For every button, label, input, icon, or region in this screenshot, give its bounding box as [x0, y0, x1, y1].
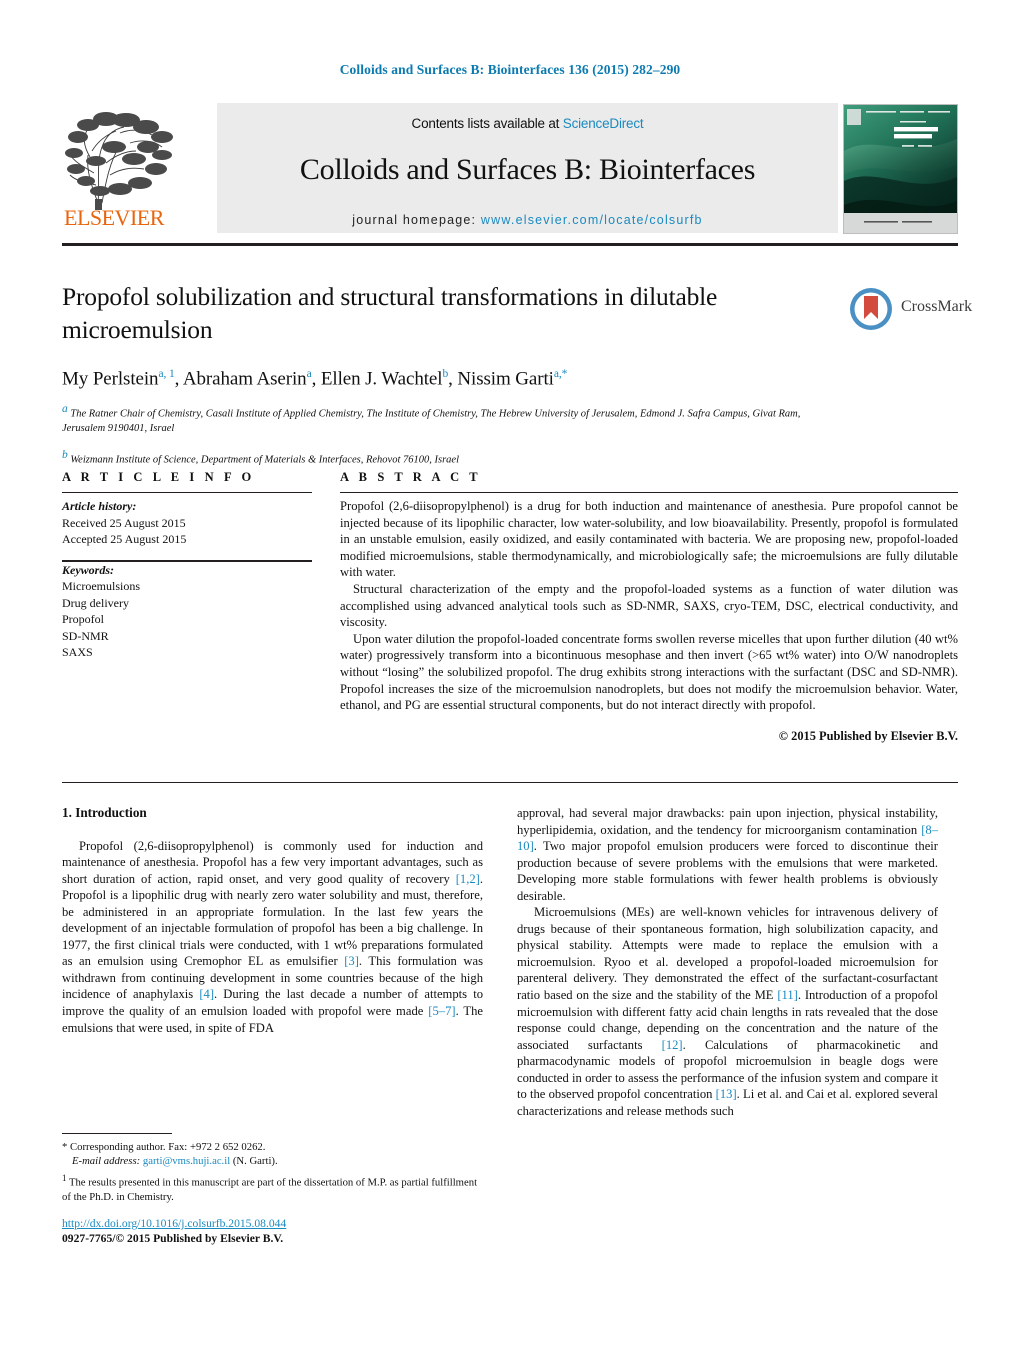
citation-link[interactable]: [3] — [344, 954, 359, 968]
keyword-item: SD-NMR — [62, 628, 109, 643]
keyword-item: Microemulsions — [62, 579, 140, 593]
article-info-column: Article history: Received 25 August 2015… — [62, 498, 312, 661]
asterisk-marker: * — [62, 1141, 68, 1153]
elsevier-logo: ELSEVIER — [62, 103, 212, 233]
journal-masthead: ELSEVIER Contents lists available at Sci… — [62, 103, 958, 234]
affiliation-a: a The Ratner Chair of Chemistry, Casali … — [62, 402, 832, 437]
journal-title: Colloids and Surfaces B: Biointerfaces — [299, 153, 756, 186]
citation-link[interactable]: [13] — [716, 1087, 737, 1101]
body-paragraph: Propofol (2,6-diisopropylphenol) is comm… — [62, 838, 484, 1035]
article-info-heading: A R T I C L E I N F O — [62, 470, 255, 484]
author-list: My Perlsteina, 1, Abraham Aserina, Ellen… — [62, 368, 568, 390]
affiliation-a-text: The Ratner Chair of Chemistry, Casali In… — [62, 408, 801, 435]
affiliation-marker-b: b — [62, 448, 68, 461]
footnote-1-marker: 1 — [62, 1173, 67, 1184]
contents-prefix: Contents lists available at — [411, 116, 563, 131]
homepage-url-link[interactable]: www.elsevier.com/locate/colsurfb — [481, 213, 703, 227]
abstract-paragraph: Upon water dilution the propofol-loaded … — [340, 631, 958, 713]
article-page: Colloids and Surfaces B: Biointerfaces 1… — [0, 0, 1020, 1351]
issn-copyright-line: 0927-7765/© 2015 Published by Elsevier B… — [62, 1232, 284, 1245]
body-top-rule — [62, 782, 958, 783]
body-column-left: 1. Introduction Propofol (2,6-diisopropy… — [62, 805, 483, 1036]
article-history-label: Article history: — [62, 499, 137, 513]
email-suffix: (N. Garti). — [232, 1155, 278, 1168]
email-label: E-mail address: — [72, 1155, 141, 1168]
masthead-divider — [62, 243, 958, 246]
homepage-prefix: journal homepage: — [352, 213, 481, 227]
corresponding-author-text: Corresponding author. Fax: +972 2 652 02… — [70, 1141, 266, 1153]
running-head: Colloids and Surfaces B: Biointerfaces 1… — [339, 62, 681, 77]
keyword-item: Propofol — [62, 612, 104, 626]
footnote-rule — [62, 1133, 172, 1134]
footnote-1-text: The results presented in this manuscript… — [62, 1176, 478, 1204]
body-column-right: approval, had several major drawbacks: p… — [517, 805, 938, 1119]
abstract-paragraph: Propofol (2,6-diisopropylphenol) is a dr… — [340, 499, 958, 580]
received-date: Received 25 August 2015 — [62, 515, 186, 530]
crossmark-badge[interactable]: CrossMark — [845, 283, 972, 345]
crossmark-label: CrossMark — [901, 298, 973, 315]
footnote-block: * Corresponding author. Fax: +972 2 652 … — [62, 1140, 483, 1204]
section-heading-introduction: 1. Introduction — [62, 805, 147, 820]
crossmark-icon — [850, 288, 892, 330]
keywords-label: Keywords: — [62, 562, 114, 577]
elsevier-wordmark: ELSEVIER — [64, 205, 164, 230]
abstract-column: Propofol (2,6-diisopropylphenol) is a dr… — [340, 498, 958, 744]
citation-link[interactable]: [1,2] — [456, 872, 480, 886]
article-info-rule — [62, 492, 312, 493]
citation-link[interactable]: [12] — [662, 1038, 683, 1052]
doi-block: http://dx.doi.org/10.1016/j.colsurfb.201… — [62, 1216, 492, 1246]
body-paragraph: Microemulsions (MEs) are well-known vehi… — [517, 905, 939, 1118]
affiliation-b-text: Weizmann Institute of Science, Departmen… — [70, 454, 459, 466]
elsevier-tree-icon — [65, 112, 173, 210]
citation-link[interactable]: [11] — [777, 988, 798, 1002]
keywords-rule — [62, 559, 312, 562]
corresponding-author-note: * Corresponding author. Fax: +972 2 652 … — [62, 1140, 483, 1154]
journal-homepage-line: journal homepage: www.elsevier.com/locat… — [217, 213, 838, 227]
page-title: Propofol solubilization and structural t… — [62, 282, 718, 344]
contents-available-line: Contents lists available at ScienceDirec… — [217, 116, 838, 131]
cover-artwork — [844, 105, 957, 233]
citation-link[interactable]: [4] — [199, 987, 214, 1001]
masthead-center-panel: Contents lists available at ScienceDirec… — [217, 103, 838, 233]
citation-link[interactable]: [8–10] — [517, 823, 938, 854]
citation-link[interactable]: [5–7] — [428, 1004, 455, 1018]
email-note: E-mail address: garti@vms.huji.ac.il (N.… — [62, 1154, 483, 1168]
email-link[interactable]: garti@vms.huji.ac.il — [143, 1155, 230, 1167]
abstract-heading: A B S T R A C T — [340, 470, 482, 484]
affiliation-b: b Weizmann Institute of Science, Departm… — [62, 448, 832, 468]
abstract-paragraph: Structural characterization of the empty… — [340, 581, 958, 630]
doi-link[interactable]: http://dx.doi.org/10.1016/j.colsurfb.201… — [62, 1217, 286, 1230]
body-paragraph: approval, had several major drawbacks: p… — [517, 806, 938, 903]
affiliation-marker-a: a — [62, 403, 68, 416]
keywords-block: Keywords: Microemulsions Drug delivery P… — [62, 562, 312, 661]
accepted-date: Accepted 25 August 2015 — [62, 532, 187, 546]
keyword-item: SAXS — [62, 645, 93, 659]
abstract-rule — [340, 492, 958, 493]
footnote-1: 1 The results presented in this manuscri… — [62, 1171, 483, 1204]
journal-cover-thumbnail — [843, 104, 958, 234]
title-block: Propofol solubilization and structural t… — [62, 280, 832, 468]
keyword-item: Drug delivery — [62, 595, 129, 610]
sciencedirect-link[interactable]: ScienceDirect — [563, 116, 644, 131]
abstract-copyright: © 2015 Published by Elsevier B.V. — [778, 728, 958, 743]
